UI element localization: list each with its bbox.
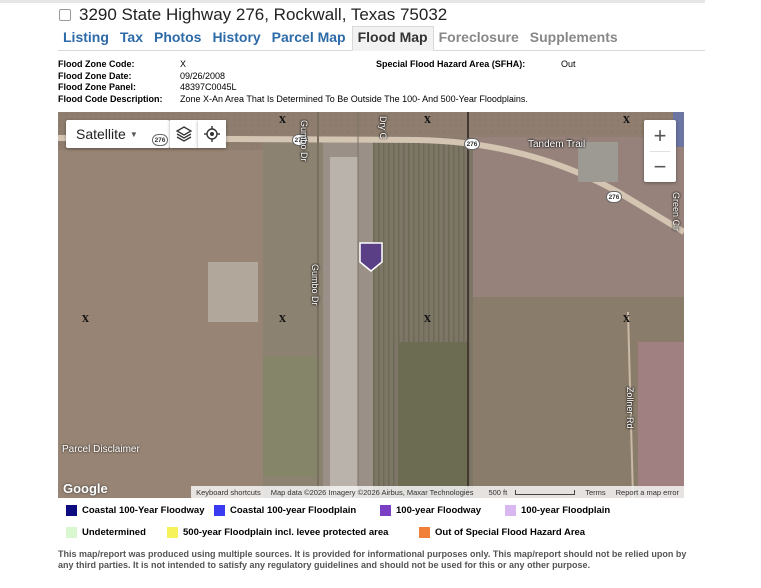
legend-row-1: Coastal 100-Year Floodway Coastal 100-ye… [66,505,610,516]
crosshair-icon [204,126,220,142]
highway-shield: 276 [152,134,168,146]
tab-history[interactable]: History [207,25,266,50]
street-label-tandem-trail: Tandem Trail [528,139,586,150]
tab-flood-map[interactable]: Flood Map [351,26,434,51]
zoom-control: + − [644,120,676,182]
sfha-label: Special Flood Hazard Area (SFHA): [376,59,526,69]
highway-shield: 276 [606,191,622,203]
legend-item: 100-year Floodway [380,505,505,516]
my-location-button[interactable] [198,120,226,148]
legend-item: Coastal 100-Year Floodway [66,505,214,516]
keyboard-shortcuts-link[interactable]: Keyboard shortcuts [191,488,266,497]
zone-panel-value: 48397C0045L [180,82,237,93]
street-label-green-cir: Green Cir [671,192,681,232]
legend-label: 100-year Floodplain [521,505,611,516]
legend-item: 500-year Floodplain incl. levee protecte… [167,527,419,538]
top-divider [0,0,705,3]
zone-date-label: Flood Zone Date: [58,70,132,81]
tab-photos[interactable]: Photos [149,25,207,50]
legend-swatch [214,505,225,516]
tab-listing[interactable]: Listing [58,25,115,50]
map-attribution-bar: Keyboard shortcuts Map data ©2026 Imager… [191,486,684,498]
legend-label: Coastal 100-year Floodplain [230,505,357,516]
flood-zone-marker: X [82,315,89,325]
address-header: 3290 State Highway 276, Rockwall, Texas … [58,5,447,25]
tab-foreclosure[interactable]: Foreclosure [434,25,525,50]
street-label-dry-ct: Dry C [378,116,388,139]
zoom-divider [650,151,670,152]
map-type-label: Satellite [76,126,126,142]
tab-tax[interactable]: Tax [115,25,149,50]
sfha-row: Special Flood Hazard Area (SFHA): Out [376,59,576,71]
legend-swatch [505,505,516,516]
scale-indicator[interactable]: 500 ft [478,488,580,497]
zoom-out-button[interactable]: − [644,151,676,182]
legend-label: Out of Special Flood Hazard Area [435,527,586,538]
legend-row-2: Undetermined 500-year Floodplain incl. l… [66,527,585,538]
legend-label: Undetermined [82,527,146,538]
layers-button[interactable] [170,120,198,148]
tab-parcel-map[interactable]: Parcel Map [267,25,352,50]
legend-item: Out of Special Flood Hazard Area [419,527,585,538]
legend-item: Undetermined [66,527,167,538]
legend-swatch [66,505,77,516]
flood-zone-marker: X [424,315,431,325]
legend-label: 100-year Floodway [396,505,482,516]
street-label-gumbo-dr-south: Gumbo Dr [310,264,320,306]
zone-panel-label: Flood Zone Panel: [58,82,136,93]
map-data-text: Map data ©2026 Imagery ©2026 Airbus, Max… [270,487,474,497]
address-text: 3290 State Highway 276, Rockwall, Texas … [79,5,448,24]
legend-swatch [380,505,391,516]
scale-label: 500 ft [488,487,508,497]
satellite-imagery [58,112,684,498]
select-listing-checkbox[interactable] [59,9,71,21]
description-value: Zone X-An Area That Is Determined To Be … [180,93,528,104]
description-label: Flood Code Description: [58,93,163,104]
sfha-value: Out [561,59,576,69]
legend-label: Coastal 100-Year Floodway [82,505,205,516]
legend-swatch [167,527,178,538]
legend-swatch [419,527,430,538]
tab-supplements[interactable]: Supplements [525,25,624,50]
report-disclaimer: This map/report was produced using multi… [58,549,687,570]
legend-swatch [66,527,77,538]
flood-zone-marker: X [424,116,431,126]
legend-item: 100-year Floodplain [505,505,610,516]
google-logo: Google [63,481,108,496]
flood-zone-marker: X [623,315,630,325]
legend-item: Coastal 100-year Floodplain [214,505,380,516]
legend-label: 500-year Floodplain incl. levee protecte… [183,527,389,538]
report-error-link[interactable]: Report a map error [611,488,684,497]
parcel-disclaimer-link[interactable]: Parcel Disclaimer [62,444,140,455]
highway-shield: 276 [464,138,480,150]
zone-code-label: Flood Zone Code: [58,59,135,69]
property-marker-icon[interactable] [359,242,383,272]
scale-bar [515,490,576,496]
zone-date-value: 09/26/2008 [180,70,226,81]
flood-map-view[interactable]: Satellite ▼ + − 276 276 276 276 Tandem T… [58,112,684,498]
terms-link[interactable]: Terms [580,488,610,497]
caret-down-icon: ▼ [129,129,138,139]
street-label-gumbo-dr-north: Gumbo Dr [299,120,309,162]
street-label-zollner-rd: Zollner Rd [625,387,635,429]
zone-code-value: X [180,59,187,69]
zoom-in-button[interactable]: + [644,120,676,151]
tab-bar: Listing Tax Photos History Parcel Map Fl… [58,26,705,51]
flood-zone-marker: X [279,116,286,126]
flood-zone-marker: X [623,116,630,126]
flood-zone-marker: X [279,315,286,325]
layers-icon [175,126,193,142]
